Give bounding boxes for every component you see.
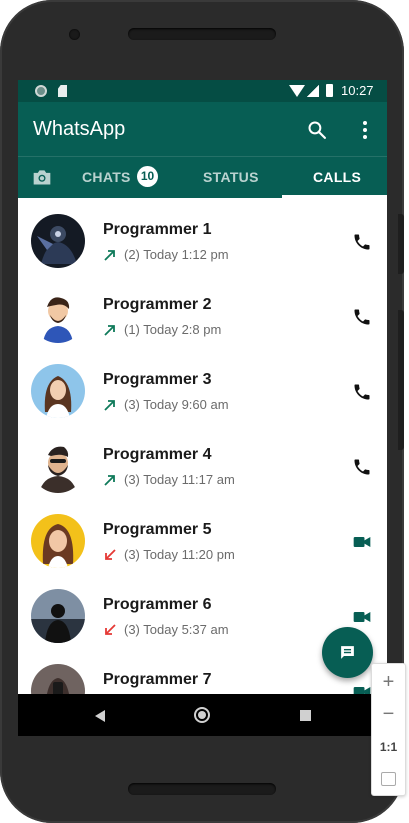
volume-button (398, 310, 404, 450)
call-time: (3) Today 5:37 am (124, 622, 229, 637)
app-bar: WhatsApp (18, 102, 387, 156)
contact-name: Programmer 2 (103, 296, 212, 313)
home-icon[interactable] (194, 707, 210, 723)
tab-status[interactable]: STATUS (203, 169, 259, 185)
signal-icon (307, 85, 319, 97)
zoom-panel: + − 1:1 (371, 663, 406, 796)
camera-icon[interactable] (32, 168, 52, 186)
new-chat-button[interactable] (322, 627, 373, 678)
call-time: (2) Today 1:12 pm (124, 247, 229, 262)
missed-arrow-icon (105, 548, 116, 560)
fit-screen-icon (381, 772, 396, 786)
call-row[interactable]: Programmer 4 (3) Today 11:17 am (18, 423, 387, 498)
call-time: (3) Today 11:20 pm (124, 547, 235, 562)
notification-icon (35, 85, 47, 97)
call-detail: (1) Today 2:8 pm (103, 322, 221, 337)
search-icon[interactable] (307, 120, 327, 140)
video-icon[interactable] (352, 532, 372, 552)
contact-name: Programmer 1 (103, 221, 212, 238)
avatar[interactable] (31, 589, 85, 643)
avatar[interactable] (31, 514, 85, 568)
bottom-speaker (128, 783, 276, 795)
status-time: 10:27 (341, 83, 374, 98)
status-bar: 10:27 (18, 80, 387, 102)
contact-name: Programmer 4 (103, 446, 212, 463)
recent-apps-icon[interactable] (300, 710, 311, 721)
call-detail: (2) Today 1:12 pm (103, 247, 229, 262)
call-row[interactable]: Programmer 1 (2) Today 1:12 pm (18, 198, 387, 273)
zoom-out-button[interactable]: − (372, 698, 405, 730)
phone-icon[interactable] (352, 307, 372, 327)
screen: 10:27 WhatsApp CHATS 10 STATUS CALLS Pro… (18, 80, 387, 736)
avatar[interactable] (31, 364, 85, 418)
call-detail: (3) Today 11:20 pm (103, 547, 235, 562)
call-row[interactable]: Programmer 2 (1) Today 2:8 pm (18, 273, 387, 348)
outgoing-arrow-icon (104, 324, 115, 336)
tab-calls[interactable]: CALLS (313, 169, 361, 185)
wifi-icon (289, 85, 305, 97)
phone-icon[interactable] (352, 382, 372, 402)
navigation-bar (18, 694, 387, 736)
call-time: (3) Today 9:60 am (124, 397, 229, 412)
call-time: (3) Today 11:17 am (124, 472, 235, 487)
back-icon[interactable] (95, 710, 105, 722)
front-camera (69, 29, 80, 40)
more-vert-icon[interactable] (360, 120, 370, 140)
contact-name: Programmer 7 (103, 671, 212, 688)
zoom-fit-button[interactable] (372, 763, 405, 795)
avatar[interactable] (31, 664, 85, 694)
call-detail: (3) Today 11:17 am (103, 472, 235, 487)
call-detail: (3) Today 5:37 am (103, 622, 229, 637)
tab-bar: CHATS 10 STATUS CALLS (18, 156, 387, 198)
zoom-reset-button[interactable]: 1:1 (372, 731, 405, 763)
call-row[interactable]: Programmer 3 (3) Today 9:60 am (18, 348, 387, 423)
contact-name: Programmer 5 (103, 521, 212, 538)
outgoing-arrow-icon (104, 249, 115, 261)
avatar[interactable] (31, 439, 85, 493)
top-speaker (128, 28, 276, 40)
avatar[interactable] (31, 214, 85, 268)
phone-icon[interactable] (352, 457, 372, 477)
zoom-in-button[interactable]: + (372, 666, 405, 698)
phone-icon[interactable] (352, 232, 372, 252)
app-title: WhatsApp (33, 118, 126, 140)
message-icon (341, 646, 354, 659)
video-icon[interactable] (352, 682, 372, 694)
avatar[interactable] (31, 289, 85, 343)
video-icon[interactable] (352, 607, 372, 627)
call-list: Programmer 1 (2) Today 1:12 pm Programme… (18, 198, 387, 694)
tab-chats[interactable]: CHATS (82, 169, 131, 185)
unread-badge: 10 (137, 166, 158, 187)
call-detail: (3) Today 9:60 am (103, 397, 229, 412)
missed-arrow-icon (105, 623, 116, 635)
power-button (398, 214, 404, 274)
sd-card-icon (58, 85, 67, 97)
contact-name: Programmer 3 (103, 371, 212, 388)
phone-frame: 10:27 WhatsApp CHATS 10 STATUS CALLS Pro… (0, 0, 404, 823)
call-time: (1) Today 2:8 pm (124, 322, 222, 337)
outgoing-arrow-icon (104, 474, 115, 486)
outgoing-arrow-icon (104, 399, 115, 411)
call-row[interactable]: Programmer 5 (3) Today 11:20 pm (18, 498, 387, 573)
battery-icon (326, 84, 333, 97)
contact-name: Programmer 6 (103, 596, 212, 613)
